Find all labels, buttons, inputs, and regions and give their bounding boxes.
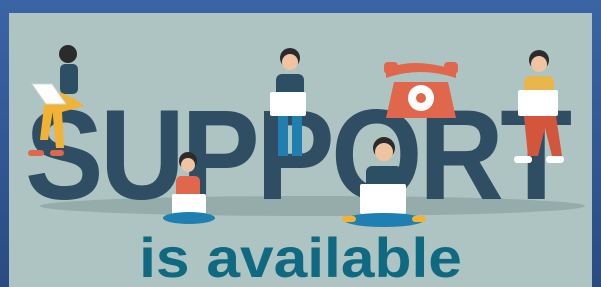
rotary-telephone-icon <box>384 62 458 118</box>
support-agent-left-icon <box>28 45 84 156</box>
support-agent-cross-legged-icon <box>163 152 215 224</box>
support-agent-headset-icon <box>270 48 306 156</box>
availability-tagline: is available <box>139 226 462 287</box>
banner-frame: SUPPORT <box>0 0 601 287</box>
support-agent-right-icon <box>514 50 564 163</box>
support-agent-center-icon <box>342 137 426 227</box>
